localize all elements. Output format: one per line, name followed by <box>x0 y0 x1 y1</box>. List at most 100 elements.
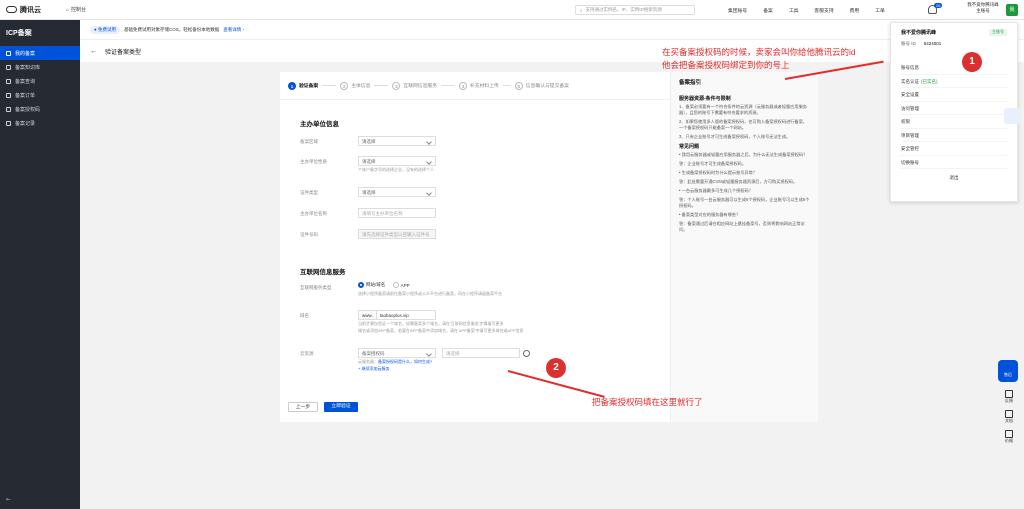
cert-name-label: 主办单位名称 <box>300 211 327 216</box>
order-icon <box>6 92 11 98</box>
menu-switch-account[interactable]: 切换账号 <box>901 156 1007 169</box>
sidebar-item-label: 备案记录 <box>15 120 36 127</box>
radio-website[interactable]: 网站/域名 <box>358 282 385 288</box>
guide-title: 备案指引 <box>679 80 702 86</box>
docs-button[interactable]: 文档 <box>998 408 1020 428</box>
province-row: 备案区域 请选择 <box>300 136 436 146</box>
step-4: 4 补充材料上传 <box>459 81 499 90</box>
guide-heading-2: 常见问题 <box>679 144 700 150</box>
main-account-tag: 主账号 <box>989 29 1007 36</box>
home-icon: ⌂ <box>66 6 70 13</box>
avatar[interactable]: 我 <box>1006 4 1018 16</box>
step-number: 4 <box>459 81 467 90</box>
menu-access[interactable]: 访问管理 <box>901 102 1007 115</box>
user-role: 主账号 <box>976 8 990 13</box>
auth-code-input[interactable]: 请选择 <box>442 348 520 358</box>
cert-type-select[interactable]: 请选择 <box>358 187 436 197</box>
notice-text: 基础免费试用对象存储COS，轻松备份本地数据 <box>123 26 220 32</box>
prev-button[interactable]: 上一步 <box>288 402 318 412</box>
guide-heading-1: 服务器资源-条件与限制 <box>679 96 731 102</box>
sidebar-item-auth-code[interactable]: 备案授权码 <box>0 102 80 116</box>
sidebar-title: ICP备案 <box>6 30 32 37</box>
radio-dot <box>358 282 364 288</box>
notification-badge: 26 <box>934 3 943 8</box>
step-2: 2 主体信息 <box>340 81 370 90</box>
step-divider <box>322 85 337 86</box>
province-select[interactable]: 请选择 <box>358 136 436 146</box>
menu-project[interactable]: 项目管理 <box>901 129 1007 142</box>
console-label: 控制台 <box>71 7 87 13</box>
brand-logo[interactable]: 腾讯云 <box>0 5 60 15</box>
step-divider <box>502 85 511 86</box>
sidebar-item-history[interactable]: 备案记录 <box>0 116 80 130</box>
domain-input[interactable]: www. taobaoplus.vip <box>358 310 436 320</box>
feedback-button[interactable]: 反馈 <box>998 388 1020 408</box>
domain-row: 域名 www. taobaoplus.vip 当前步骤仅验证一个域名，如需备案多… <box>300 310 524 334</box>
menu-security-control[interactable]: 安全管控 <box>901 142 1007 156</box>
book-icon <box>6 64 11 70</box>
domain-value: taobaoplus.vip <box>379 313 409 318</box>
nav-group-account[interactable]: 集团账号 <box>720 7 755 14</box>
nature-select[interactable]: 请选择 <box>358 156 436 166</box>
menu-account-info[interactable]: 账号信息 <box>901 61 1007 75</box>
step-5: 5 信息确认与提交备案 <box>514 81 569 90</box>
verified-tag: (已实名) <box>921 78 938 84</box>
sidebar-item-orders[interactable]: 备案订单 <box>0 88 80 102</box>
sidebar-item-knowledge[interactable]: 备案知识库 <box>0 60 80 74</box>
cloud-label: 云资源 <box>300 351 314 356</box>
nav-ticket[interactable]: 工单 <box>867 7 893 14</box>
record-icon <box>6 50 11 56</box>
collapse-icon[interactable]: ⇤ <box>6 496 11 503</box>
floating-toolbar: 售后 反馈 文档 价格 <box>998 360 1020 448</box>
auth-code-help-link[interactable]: 备案授权码是什么，如何生成? <box>378 359 432 364</box>
refresh-icon[interactable] <box>523 350 530 357</box>
nav-tools[interactable]: 工具 <box>781 7 807 14</box>
free-trial-tag: ● 免费试用 <box>90 25 120 34</box>
sidebar-item-label: 备案知识库 <box>15 64 41 71</box>
console-link[interactable]: ⌂ 控制台 <box>66 6 87 14</box>
cloud-type-select[interactable]: 备案授权码 <box>358 348 436 358</box>
logout-button[interactable]: 退出 <box>901 175 1007 181</box>
sidebar-item-my-record[interactable]: 我的备案 <box>0 46 80 60</box>
nav-billing[interactable]: 费用 <box>842 7 868 14</box>
back-arrow-icon[interactable]: ← <box>90 48 97 55</box>
price-button[interactable]: 价格 <box>998 428 1020 448</box>
faq-answer: 答：备案通过后请在相应网站上悬挂备案号，否则将影响网站正常访问。 <box>679 221 805 232</box>
brand-name: 腾讯云 <box>20 6 41 14</box>
menu-label: 实名认证 <box>901 78 919 84</box>
account-id-row: 账号 ID 5424001 <box>901 41 1007 47</box>
add-cloud-link[interactable]: + 继续添加云服务 <box>358 366 530 372</box>
page-title: 验证备案类型 <box>105 49 142 56</box>
step-number: 3 <box>392 81 401 90</box>
user-menu[interactable]: 我不爱你腾讯峰 主账号 <box>958 2 1008 18</box>
step-label: 信息确认与提交备案 <box>525 84 569 89</box>
search-box[interactable]: ⌕ 支持通过实例名、IP、实例ID搜索资源 <box>575 5 695 15</box>
sidebar-item-query[interactable]: 备案查询 <box>0 74 80 88</box>
domain-label: 域名 <box>300 313 309 318</box>
menu-security[interactable]: 安全设置 <box>901 88 1007 102</box>
search-placeholder: 支持通过实例名、IP、实例ID搜索资源 <box>585 7 662 12</box>
radio-app[interactable]: APP <box>392 282 410 288</box>
faq-question: • 我用云服务器或轻量应用服务器之后，为什么无法生成备案授权码？ <box>679 152 808 157</box>
cert-type-row: 证件类型 请选择 <box>300 187 436 197</box>
menu-real-name[interactable]: 实名认证 (已实名) <box>901 75 1007 88</box>
province-label: 备案区域 <box>300 139 318 144</box>
cert-no-input[interactable]: 请先选择证件类型以后输入证件号 <box>358 229 436 239</box>
cert-name-input[interactable]: 请填写主办单位名称 <box>358 208 436 218</box>
guide-panel: 备案指引 服务器资源-条件与限制 1、备案必须要有一个符合条件的云资源（云服务器… <box>670 72 818 422</box>
floating-helper-icon[interactable] <box>1004 108 1020 124</box>
cloud-hint: 云服务器：备案授权码是什么，如何生成? <box>358 359 530 365</box>
verify-button[interactable]: 立即验证 <box>324 402 358 412</box>
cert-type-label: 证件类型 <box>300 190 318 195</box>
menu-permission[interactable]: 权限 <box>901 115 1007 129</box>
sidebar-item-label: 备案授权码 <box>15 106 41 113</box>
nav-support[interactable]: 客服支持 <box>806 7 841 14</box>
annotation-text-2: 把备案授权码填在这里就行了 <box>592 397 703 407</box>
faq-answer: 答：此处需要开通CVM或轻量服务器资源后，方可购买授权码。 <box>679 179 798 184</box>
sidebar-item-label: 备案查询 <box>15 78 36 85</box>
notice-link[interactable]: 查看详情 › <box>223 27 244 33</box>
faq-question: • 备案类型对应的服务器有哪些？ <box>679 212 741 217</box>
page-header: ← 验证备案类型 <box>80 40 1024 62</box>
nav-record[interactable]: 备案 <box>755 7 781 14</box>
service-button[interactable]: 售后 <box>998 360 1018 382</box>
